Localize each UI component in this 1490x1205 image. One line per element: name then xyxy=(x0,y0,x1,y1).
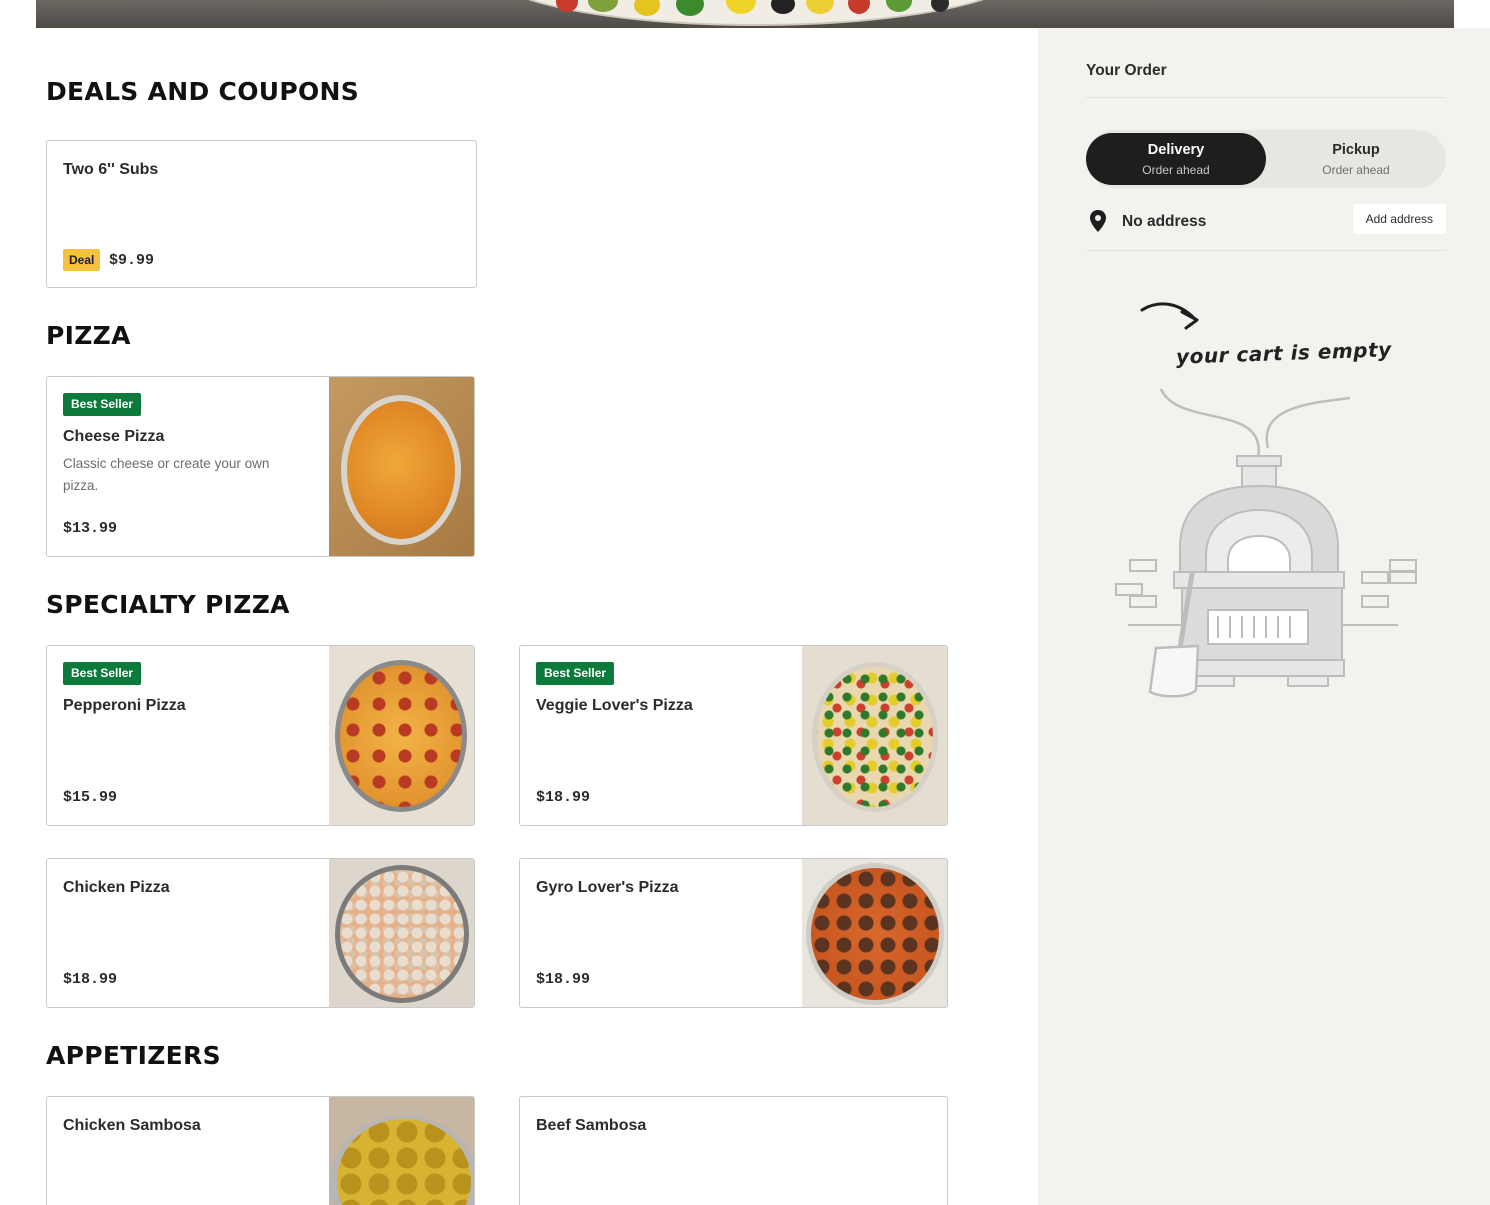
item-name: Pepperoni Pizza xyxy=(63,697,186,714)
item-name: Two 6'' Subs xyxy=(63,161,159,178)
best-seller-badge: Best Seller xyxy=(536,662,615,685)
item-name: Gyro Lover's Pizza xyxy=(536,879,679,896)
menu-item-cheese-pizza[interactable]: Best Seller Cheese Pizza Classic cheese … xyxy=(46,376,475,557)
menu-item-beef-sambosa[interactable]: Beef Sambosa xyxy=(519,1096,948,1205)
item-name: Beef Sambosa xyxy=(536,1117,647,1134)
menu-item-veggie-lovers-pizza[interactable]: Best Seller Veggie Lover's Pizza $18.99 xyxy=(519,645,948,826)
cheese-pizza-photo xyxy=(329,377,474,556)
item-name: Chicken Sambosa xyxy=(63,1117,201,1134)
pickup-label: Pickup xyxy=(1332,142,1380,158)
item-name: Veggie Lover's Pizza xyxy=(536,697,693,714)
chicken-pizza-photo xyxy=(329,859,474,1007)
add-address-button[interactable]: Add address xyxy=(1352,204,1446,234)
deal-card-two-subs[interactable]: Two 6'' Subs Deal $9.99 xyxy=(46,140,477,288)
location-pin-icon xyxy=(1090,210,1106,232)
gyro-pizza-photo xyxy=(802,859,947,1007)
section-title-appetizers: APPETIZERS xyxy=(46,1041,221,1070)
delivery-sub: Order ahead xyxy=(1142,163,1210,177)
menu-list: DEALS AND COUPONS Two 6'' Subs Deal $9.9… xyxy=(0,28,1038,1205)
fulfillment-toggle: Delivery Order ahead Pickup Order ahead xyxy=(1086,130,1446,188)
best-seller-badge: Best Seller xyxy=(63,393,142,416)
item-description: Classic cheese or create your own pizza. xyxy=(63,456,270,493)
section-title-specialty-pizza: SPECIALTY PIZZA xyxy=(46,590,290,619)
address-row: No address Add address xyxy=(1086,204,1446,240)
pickup-option[interactable]: Pickup Order ahead xyxy=(1266,133,1446,185)
pickup-sub: Order ahead xyxy=(1322,163,1390,177)
item-price: $18.99 xyxy=(536,971,591,988)
veggie-pizza-photo xyxy=(802,646,947,825)
section-title-deals: DEALS AND COUPONS xyxy=(46,77,360,106)
section-title-pizza: PIZZA xyxy=(46,321,131,350)
item-price: $13.99 xyxy=(63,520,118,537)
item-price: $9.99 xyxy=(109,252,155,269)
item-price: $18.99 xyxy=(63,971,118,988)
address-label: No address xyxy=(1122,213,1207,230)
hero-banner-image xyxy=(36,0,1454,28)
item-price: $15.99 xyxy=(63,789,118,806)
pepperoni-pizza-photo xyxy=(329,646,474,825)
order-sidebar: Your Order Delivery Order ahead Pickup O… xyxy=(1038,28,1490,1205)
item-name: Cheese Pizza xyxy=(63,428,165,445)
delivery-option[interactable]: Delivery Order ahead xyxy=(1086,133,1266,185)
menu-item-chicken-sambosa[interactable]: Chicken Sambosa xyxy=(46,1096,475,1205)
deal-badge: Deal xyxy=(63,249,101,271)
menu-item-pepperoni-pizza[interactable]: Best Seller Pepperoni Pizza $15.99 xyxy=(46,645,475,826)
divider xyxy=(1086,97,1446,98)
menu-item-gyro-lovers-pizza[interactable]: Gyro Lover's Pizza $18.99 xyxy=(519,858,948,1008)
item-name: Chicken Pizza xyxy=(63,879,170,896)
divider xyxy=(1086,250,1446,251)
best-seller-badge: Best Seller xyxy=(63,662,142,685)
order-heading: Your Order xyxy=(1086,62,1167,79)
sambosa-photo xyxy=(329,1097,474,1205)
item-price: $18.99 xyxy=(536,789,591,806)
menu-item-chicken-pizza[interactable]: Chicken Pizza $18.99 xyxy=(46,858,475,1008)
delivery-label: Delivery xyxy=(1147,142,1205,158)
